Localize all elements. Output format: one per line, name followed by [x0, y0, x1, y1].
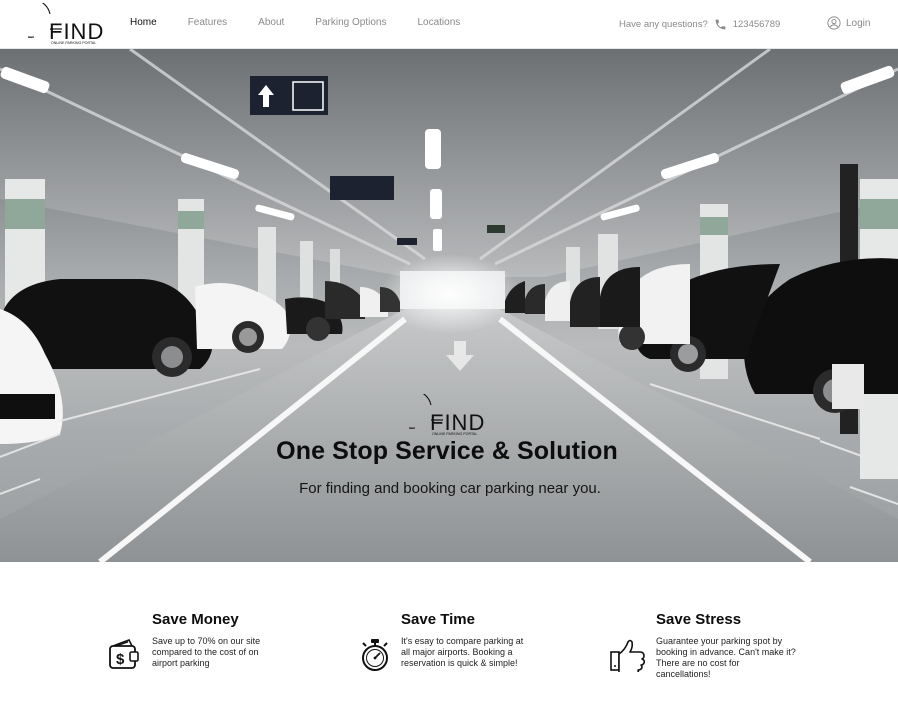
nav-item-about[interactable]: About — [258, 17, 284, 28]
brand-logo[interactable]: FIND ONLINE PARKING PORTAL — [28, 3, 110, 45]
hero-subtitle: For finding and booking car parking near… — [299, 480, 601, 497]
user-icon — [827, 16, 841, 30]
login-label: Login — [846, 17, 871, 29]
contact-info: Have any questions? 123456789 — [619, 18, 780, 31]
stopwatch-icon — [360, 638, 390, 677]
wallet-dollar-icon: $ — [108, 637, 140, 676]
hero-logo-tagline: ONLINE PARKING PORTAL — [432, 432, 477, 436]
feature-save-time: Save Time It's esay to compare parking a… — [401, 611, 531, 669]
contact-question: Have any questions? — [619, 19, 708, 30]
feature-title: Save Time — [401, 611, 475, 628]
feature-text: It's esay to compare parking at all majo… — [401, 636, 524, 668]
feature-text: Guarantee your parking spot by booking i… — [656, 636, 796, 679]
feature-save-stress: Save Stress Guarantee your parking spot … — [656, 611, 796, 680]
feature-title: Save Money — [152, 611, 239, 628]
contact-phone[interactable]: 123456789 — [733, 19, 781, 30]
feature-title: Save Stress — [656, 611, 742, 628]
feature-text: Save up to 70% on our site compared to t… — [152, 636, 261, 668]
nav-item-locations[interactable]: Locations — [417, 17, 460, 28]
main-nav: Home Features About Parking Options Loca… — [130, 17, 491, 28]
nav-item-home[interactable]: Home — [130, 17, 157, 28]
logo-tagline: ONLINE PARKING PORTAL — [51, 41, 96, 45]
hero-title: One Stop Service & Solution — [276, 437, 618, 465]
nav-item-parking-options[interactable]: Parking Options — [315, 17, 386, 28]
login-button[interactable]: Login — [827, 16, 870, 30]
hero-banner: FIND ONLINE PARKING PORTAL One Stop Serv… — [0, 49, 898, 562]
nav-item-features[interactable]: Features — [188, 17, 227, 28]
phone-icon — [714, 18, 727, 31]
feature-save-money: Save Money Save up to 70% on our site co… — [152, 611, 282, 669]
svg-text:$: $ — [116, 651, 125, 668]
hero-logo: FIND ONLINE PARKING PORTAL — [392, 389, 491, 436]
thumbs-up-icon — [609, 638, 646, 677]
site-header: FIND ONLINE PARKING PORTAL Home Features… — [0, 0, 898, 49]
